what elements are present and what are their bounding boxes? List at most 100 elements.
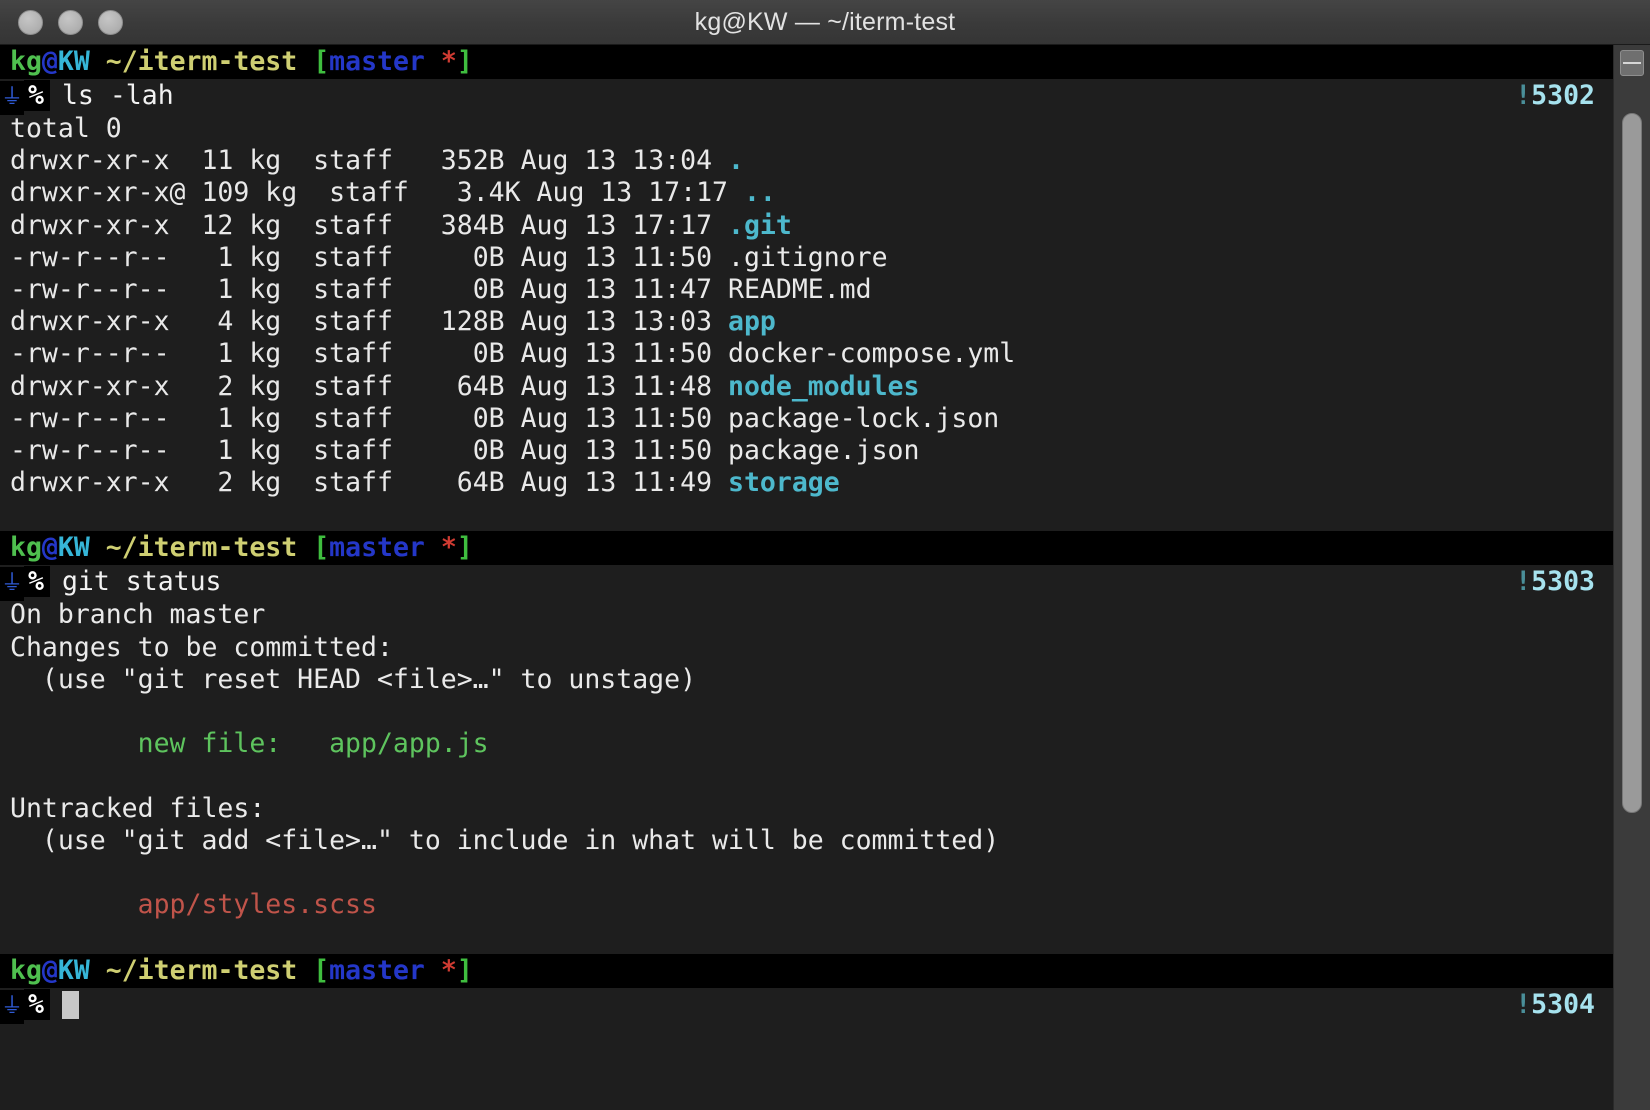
ls-group: staff	[281, 145, 393, 177]
output-text: total 0	[10, 113, 122, 144]
output-text: (use "git add <file>…" to include in wha…	[10, 824, 1000, 856]
prompt-path: ~/iterm-test	[89, 532, 314, 564]
ls-group: staff	[281, 306, 393, 338]
shell-integration-mark-icon: ⏚	[0, 989, 24, 1024]
ls-owner: kg	[233, 338, 282, 370]
badge-number: 5304	[1531, 988, 1595, 1020]
ls-group: staff	[297, 177, 409, 209]
ls-links: 11	[169, 145, 234, 177]
ls-entry-name: .	[712, 145, 744, 177]
ls-entry-name: package.json	[712, 434, 920, 466]
prompt-bracket-close: ]	[456, 532, 473, 564]
ls-entry-name: package-lock.json	[712, 402, 1000, 434]
ls-size: 0B	[392, 402, 505, 434]
prompt-bracket-open: [	[313, 46, 330, 77]
scrollbar[interactable]	[1613, 45, 1650, 1110]
prompt-host: KW	[57, 532, 90, 564]
ls-permissions: drwxr-xr-x	[10, 306, 170, 338]
output-line: drwxr-xr-x 11 kg staff 352B Aug 13 13:04…	[0, 145, 1613, 177]
output-text: Changes to be committed:	[10, 631, 393, 663]
ls-size: 0B	[392, 338, 505, 370]
ls-date: Aug 13 13:03	[504, 306, 713, 338]
zoom-button[interactable]	[98, 9, 123, 35]
ls-date: Aug 13 11:50	[504, 434, 713, 466]
prompt-at: @	[41, 46, 58, 77]
prompt-bracket-close: ]	[456, 46, 473, 77]
badge-number: 5303	[1531, 566, 1595, 598]
scrollbar-split-icon[interactable]	[1620, 50, 1644, 76]
output-line: total 0	[0, 113, 1613, 145]
ls-entry-name: storage	[712, 467, 840, 499]
ls-owner: kg	[233, 306, 282, 338]
ls-size: 0B	[392, 241, 505, 273]
output-text: app/styles.scss	[10, 889, 377, 921]
window-title: kg@KW — ~/iterm-test	[694, 7, 956, 36]
ls-permissions: drwxr-xr-x	[10, 209, 170, 241]
ls-entry-name: node_modules	[712, 370, 920, 402]
ls-owner: kg	[233, 241, 282, 273]
ls-date: Aug 13 11:50	[504, 402, 713, 434]
ls-date: Aug 13 13:04	[504, 145, 713, 177]
prompt-host: KW	[57, 46, 90, 77]
prompt-bracket-close: ]	[456, 954, 473, 986]
output-line: -rw-r--r-- 1 kg staff 0B Aug 13 11:50 .g…	[0, 242, 1613, 274]
scrollbar-thumb[interactable]	[1622, 113, 1642, 813]
ls-entry-name: README.md	[712, 273, 872, 305]
command-input-line[interactable]: ⏚% ls -lah !5302	[0, 79, 1613, 115]
ls-entry-name: docker-compose.yml	[712, 338, 1016, 370]
shell-integration-mark-icon: ⏚	[0, 81, 24, 115]
ls-size: 352B	[392, 145, 505, 177]
output-line: (use "git reset HEAD <file>…" to unstage…	[0, 664, 1613, 696]
ls-owner: kg	[233, 209, 282, 241]
ls-links: 1	[169, 241, 234, 273]
ls-date: Aug 13 11:47	[504, 273, 713, 305]
ls-size: 384B	[392, 209, 505, 241]
terminal-body-wrapper: kg@KW ~/iterm-test [master *] ⏚% ls -lah !5…	[0, 45, 1650, 1110]
terminal-output[interactable]: kg@KW ~/iterm-test [master *] ⏚% ls -lah !5…	[0, 45, 1613, 1110]
minimize-button[interactable]	[58, 9, 83, 35]
ls-group: staff	[281, 434, 393, 466]
ls-group: staff	[281, 209, 393, 241]
command-text: ls -lah	[61, 80, 174, 111]
ls-date: Aug 13 11:50	[504, 241, 713, 273]
close-button[interactable]	[18, 9, 43, 35]
ls-links: 1	[169, 434, 234, 466]
ls-permissions: drwxr-xr-x	[10, 467, 170, 499]
ls-entry-name: .gitignore	[712, 241, 888, 273]
ls-size: 0B	[392, 273, 505, 305]
ls-permissions: -rw-r--r--	[10, 402, 170, 434]
ls-entry-name: ..	[728, 177, 776, 209]
output-line: Changes to be committed:	[0, 632, 1613, 664]
prompt-at: @	[41, 532, 58, 564]
command-badge: !5304	[1515, 988, 1595, 1022]
ls-date: Aug 13 11:48	[504, 370, 713, 402]
ls-links: 2	[169, 370, 234, 402]
command-badge: !5303	[1515, 565, 1595, 599]
ls-group: staff	[281, 402, 393, 434]
ls-links: 4	[169, 306, 234, 338]
prompt-at: @	[41, 954, 58, 986]
badge-bang: !	[1515, 566, 1532, 598]
prompt-branch: master	[329, 532, 425, 564]
prompt-path: ~/iterm-test	[89, 46, 314, 77]
prompt-branch: master	[329, 46, 425, 77]
output-line: Untracked files:	[0, 793, 1613, 825]
ls-size: 64B	[392, 370, 505, 402]
output-line: new file: app/app.js	[0, 728, 1613, 760]
output-text: (use "git reset HEAD <file>…" to unstage…	[10, 663, 697, 695]
command-input-line[interactable]: ⏚% git status !5303	[0, 565, 1613, 602]
title-bar: kg@KW — ~/iterm-test	[0, 0, 1650, 45]
ls-permissions: -rw-r--r--	[10, 434, 170, 466]
ls-group: staff	[281, 273, 393, 305]
ls-permissions: -rw-r--r--	[10, 273, 170, 305]
output-line: (use "git add <file>…" to include in wha…	[0, 825, 1613, 857]
ls-permissions: drwxr-xr-x	[10, 370, 170, 402]
command-input-line[interactable]: ⏚% !5304	[0, 988, 1613, 1024]
shell-integration-mark-icon: ⏚	[0, 567, 24, 602]
command-badge: !5302	[1515, 79, 1595, 113]
prompt-user: kg	[10, 954, 42, 986]
